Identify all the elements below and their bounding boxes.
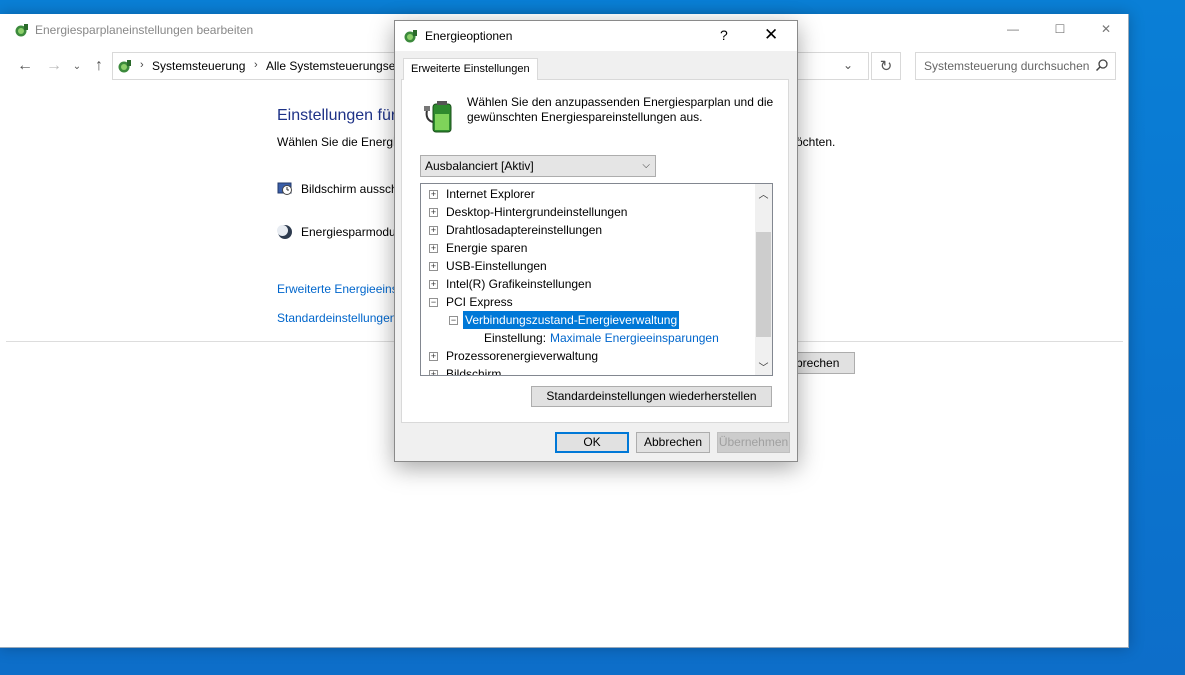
- power-plan-selected-value: Ausbalanciert [Aktiv]: [425, 159, 534, 173]
- tree-scrollbar[interactable]: ︿ ﹀: [755, 184, 772, 375]
- display-timer-icon: [277, 182, 292, 195]
- power-options-dialog: Energieoptionen ? ✕ Erweiterte Einstellu…: [394, 20, 798, 462]
- tree-item-label[interactable]: Intel(R) Grafikeinstellungen: [446, 275, 591, 293]
- advanced-power-settings-link[interactable]: Erweiterte Energieeinst: [277, 282, 401, 296]
- window-title: Energiesparplaneinstellungen bearbeiten: [35, 23, 254, 37]
- tree-item-label[interactable]: USB-Einstellungen: [446, 257, 547, 275]
- breadcrumb-all-items[interactable]: Alle Systemsteuerungsel: [266, 59, 396, 73]
- maximize-button[interactable]: ☐: [1037, 14, 1083, 44]
- restore-defaults-link[interactable]: Standardeinstellungen: [277, 311, 396, 325]
- page-title: Einstellungen für: [277, 107, 397, 124]
- tree-item-label[interactable]: Prozessorenergieverwaltung: [446, 347, 598, 365]
- scroll-down-arrow-icon[interactable]: ﹀: [755, 359, 772, 374]
- sleep-label: Energiesparmodu: [301, 225, 396, 239]
- help-button[interactable]: ?: [720, 27, 728, 43]
- settings-tree[interactable]: + Internet Explorer + Desktop-Hintergrun…: [420, 183, 773, 376]
- display-off-label: Bildschirm aussch: [301, 182, 398, 196]
- setting-label: Einstellung:: [484, 331, 547, 345]
- setting-value-link[interactable]: Maximale Energieeinsparungen: [550, 329, 719, 347]
- forward-arrow-icon[interactable]: →: [44, 56, 64, 76]
- search-input[interactable]: [924, 59, 1094, 73]
- collapse-icon[interactable]: −: [449, 316, 458, 325]
- dialog-close-button[interactable]: ✕: [764, 25, 778, 45]
- page-description-tail: öchten.: [796, 135, 836, 149]
- address-dropdown-chevron-icon[interactable]: ⌄: [843, 58, 853, 72]
- scroll-up-arrow-icon[interactable]: ︿: [755, 186, 772, 201]
- tree-item-label[interactable]: Bildschirm: [446, 365, 501, 375]
- expand-icon[interactable]: +: [429, 226, 438, 235]
- ok-button[interactable]: OK: [555, 432, 629, 453]
- power-options-icon: [15, 24, 28, 37]
- expand-icon[interactable]: +: [429, 262, 438, 271]
- chevron-down-icon: ⌵: [642, 160, 650, 171]
- restore-defaults-button[interactable]: Standardeinstellungen wiederherstellen: [531, 386, 772, 407]
- expand-icon[interactable]: +: [429, 208, 438, 217]
- expand-icon[interactable]: +: [429, 352, 438, 361]
- tree-item-label[interactable]: Energie sparen: [446, 239, 527, 257]
- close-button[interactable]: ✕: [1083, 14, 1129, 44]
- breadcrumb-separator[interactable]: ›: [254, 59, 258, 71]
- tree-item-label[interactable]: Desktop-Hintergrundeinstellungen: [446, 203, 627, 221]
- recent-locations-chevron-icon[interactable]: ⌄: [70, 56, 84, 76]
- advanced-settings-panel: Wählen Sie den anzupassenden Energiespar…: [401, 79, 789, 423]
- control-panel-icon: [118, 60, 131, 73]
- panel-description: Wählen Sie den anzupassenden Energiespar…: [467, 95, 774, 124]
- collapse-icon[interactable]: −: [429, 298, 438, 307]
- refresh-icon[interactable]: ↻: [871, 52, 901, 80]
- back-arrow-icon[interactable]: ←: [15, 56, 35, 76]
- breadcrumb-systemsteuerung[interactable]: Systemsteuerung: [152, 59, 245, 73]
- tree-item-label[interactable]: PCI Express: [446, 293, 513, 311]
- tree-item-label-selected[interactable]: Verbindungszustand-Energieverwaltung: [461, 310, 681, 330]
- sleep-moon-icon: [277, 225, 292, 239]
- expand-icon[interactable]: +: [429, 280, 438, 289]
- up-arrow-icon[interactable]: ↑: [89, 56, 109, 76]
- power-plan-select[interactable]: Ausbalanciert [Aktiv] ⌵: [420, 155, 656, 177]
- battery-plug-icon: [424, 101, 452, 133]
- expand-icon[interactable]: +: [429, 190, 438, 199]
- expand-icon[interactable]: +: [429, 370, 438, 375]
- search-box[interactable]: [915, 52, 1116, 80]
- breadcrumb-separator[interactable]: ›: [140, 59, 144, 71]
- scrollbar-thumb[interactable]: [756, 232, 771, 337]
- minimize-button[interactable]: —: [990, 14, 1036, 44]
- apply-button[interactable]: Übernehmen: [717, 432, 790, 453]
- dialog-titlebar: Energieoptionen ? ✕: [395, 21, 797, 51]
- expand-icon[interactable]: +: [429, 244, 438, 253]
- tree-item-label[interactable]: Internet Explorer: [446, 185, 535, 203]
- search-icon[interactable]: [1095, 58, 1109, 72]
- tab-advanced-settings[interactable]: Erweiterte Einstellungen: [403, 58, 538, 80]
- tree-item-label[interactable]: Drahtlosadaptereinstellungen: [446, 221, 602, 239]
- page-description: Wählen Sie die Energie: [277, 135, 403, 149]
- power-options-icon: [404, 30, 417, 43]
- dialog-title: Energieoptionen: [425, 29, 513, 43]
- cancel-button[interactable]: Abbrechen: [636, 432, 710, 453]
